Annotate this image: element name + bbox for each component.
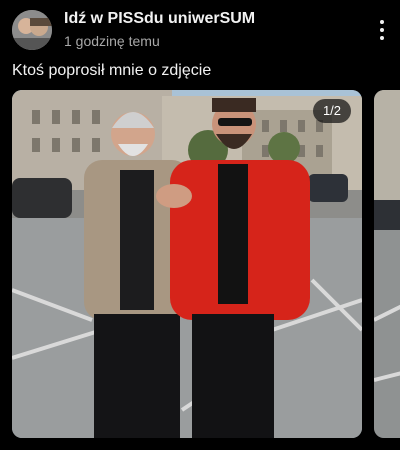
post-photo[interactable]: 1/2 [12,90,362,438]
image-carousel[interactable]: 1/2 [0,90,400,440]
more-options-button[interactable] [372,18,392,42]
channel-name[interactable]: Idź w PISSdu uniwerSUM [64,10,255,28]
next-photo-image [374,90,400,438]
image-counter-badge: 1/2 [313,99,351,123]
more-vertical-icon [380,20,384,24]
post-caption: Ktoś poprosił mnie o zdjęcie [12,62,212,79]
next-photo-preview[interactable] [374,90,400,438]
channel-avatar[interactable] [12,10,52,50]
photo-image [12,90,362,438]
avatar-image [12,10,52,50]
post-header: Idź w PISSdu uniwerSUM 1 godzinę temu [0,0,400,60]
post-timestamp: 1 godzinę temu [64,33,160,49]
